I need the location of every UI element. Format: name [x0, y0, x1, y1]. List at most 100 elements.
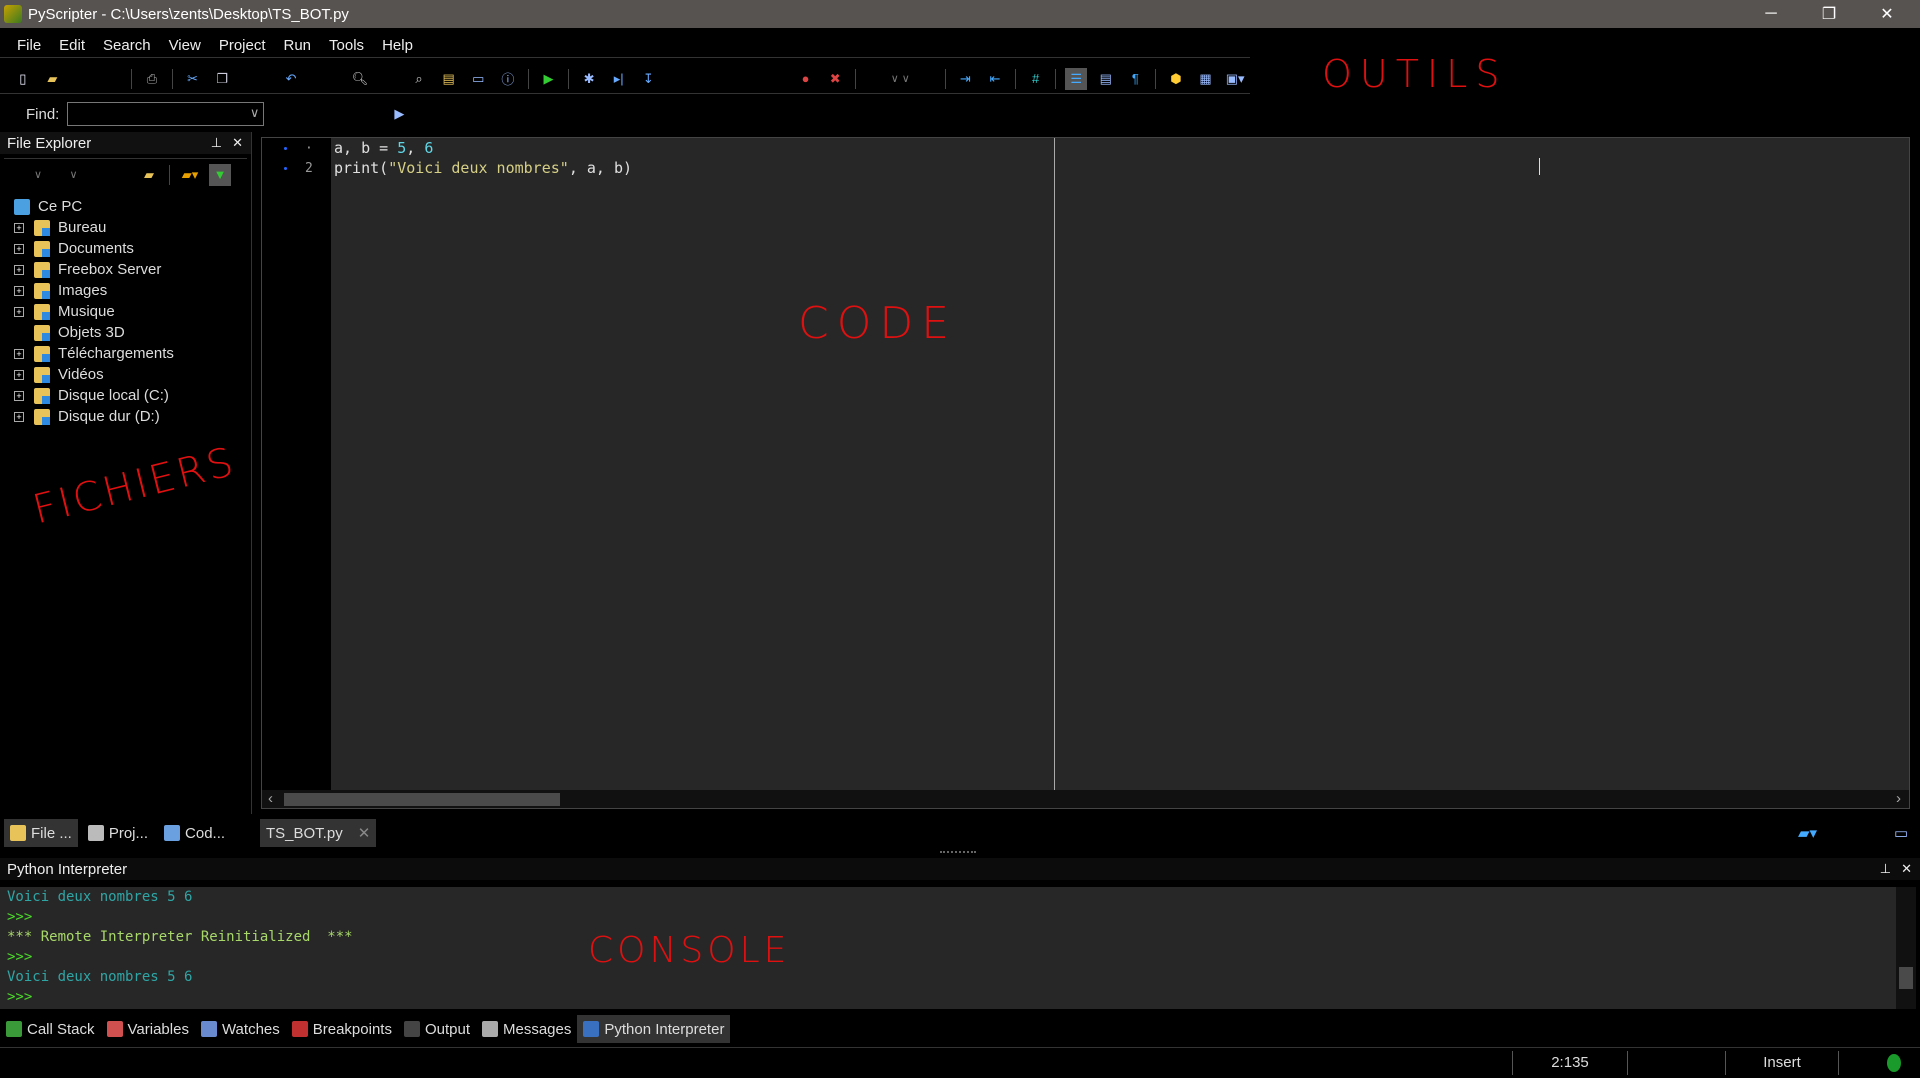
expand-icon[interactable]: + — [14, 285, 24, 296]
tree-item[interactable]: + Freebox Server — [14, 259, 251, 280]
find-in-files-icon[interactable]: ▤ — [438, 68, 460, 90]
window-list-icon[interactable]: ▭ — [1894, 824, 1908, 842]
chevron-down-icon[interactable]: ∨ ∨ — [34, 168, 134, 181]
pilcrow-icon[interactable]: ¶ — [1125, 68, 1147, 90]
comment-icon[interactable]: # — [1025, 68, 1047, 90]
close-panel-icon[interactable]: ✕ — [1901, 861, 1912, 877]
bottom-tab[interactable]: Output — [398, 1015, 476, 1043]
folder-filter-icon[interactable]: ▰▾ — [179, 164, 201, 186]
menu-run[interactable]: Run — [284, 37, 312, 54]
menu-file[interactable]: File — [17, 37, 41, 54]
scroll-right-button[interactable]: › — [1896, 790, 1901, 807]
open-file-icon[interactable]: ▰ — [42, 68, 64, 90]
line-numbers-icon[interactable]: ☰ — [1065, 67, 1087, 90]
cut-icon[interactable]: ✂ — [182, 68, 204, 90]
horizontal-scrollbar[interactable]: ‹ › — [262, 790, 1909, 808]
tab-ts-bot[interactable]: TS_BOT.py ✕ — [260, 819, 377, 847]
clear-breakpoints-icon[interactable]: ✖ — [824, 68, 846, 90]
code-line[interactable]: a, b = 5, 6 — [334, 138, 632, 158]
chevron-down-icon[interactable]: ∨ ∨ — [861, 72, 940, 85]
side-tab[interactable]: File ... — [4, 819, 78, 847]
tree-item[interactable]: + Disque local (C:) — [14, 385, 251, 406]
bottom-tab[interactable]: Python Interpreter — [577, 1015, 731, 1043]
menu-search[interactable]: Search — [103, 37, 151, 54]
toolbar: ▯ ▰ ⎙ ✂ ❐ ↶ 🔍︎ ⌕ ▤ ▭ ⓘ ▶ ✱ ▸| ↧ ● ✖ ∨ ∨ … — [0, 64, 1250, 94]
bottom-tab[interactable]: Watches — [195, 1015, 286, 1043]
menu-edit[interactable]: Edit — [59, 37, 85, 54]
code-editor[interactable]: · 2 a, b = 5, 6 print("Voici deux nombres"… — [261, 137, 1910, 809]
breakpoint-icon[interactable]: ● — [795, 68, 817, 90]
document-icon[interactable]: ▤ — [1095, 68, 1117, 90]
tree-root[interactable]: Ce PC — [14, 196, 251, 217]
menu-help[interactable]: Help — [382, 37, 413, 54]
new-file-icon[interactable]: ▯ — [12, 68, 34, 90]
close-button[interactable]: ✕ — [1858, 0, 1916, 28]
python-console[interactable]: Voici deux nombres 5 6 >>> *** Remote Inte… — [0, 887, 1896, 1009]
print-icon[interactable]: ⎙ — [141, 68, 163, 90]
find-input[interactable]: ∨ — [67, 102, 265, 126]
replace-icon[interactable]: ⌕ — [408, 68, 430, 90]
code-area[interactable]: a, b = 5, 6 print("Voici deux nombres", a… — [334, 138, 632, 178]
filter-icon[interactable]: ▼ — [209, 163, 231, 186]
tab-label: Watches — [221, 1020, 280, 1038]
bottom-tab[interactable]: Breakpoints — [286, 1015, 398, 1043]
tree-item[interactable]: + Vidéos — [14, 364, 251, 385]
menu-project[interactable]: Project — [219, 37, 266, 54]
layout-dropdown-icon[interactable]: ▣▾ — [1224, 68, 1246, 90]
open-folder-icon[interactable]: ▰ — [138, 164, 160, 186]
pin-icon[interactable]: ⊥ — [1880, 861, 1891, 877]
expand-icon[interactable]: + — [14, 369, 24, 380]
layout-icon[interactable]: ▦ — [1195, 68, 1217, 90]
menu-view[interactable]: View — [169, 37, 201, 54]
step-into-icon[interactable]: ↧ — [637, 68, 659, 90]
expand-icon[interactable]: + — [14, 390, 24, 401]
find-dropdown-icon[interactable]: ∨ — [250, 105, 260, 121]
menu-tools[interactable]: Tools — [329, 37, 364, 54]
find-icon[interactable]: 🔍︎ — [349, 68, 371, 90]
tree-item[interactable]: + Disque dur (D:) — [14, 406, 251, 427]
expand-icon[interactable]: + — [14, 264, 24, 275]
close-tab-icon[interactable]: ✕ — [358, 824, 371, 842]
expand-icon[interactable]: + — [14, 411, 24, 422]
copy-icon[interactable]: ❐ — [211, 68, 233, 90]
window-icon[interactable]: ▭ — [467, 68, 489, 90]
expand-icon[interactable]: + — [14, 222, 24, 233]
scroll-left-button[interactable]: ‹ — [268, 790, 273, 807]
debug-icon[interactable]: ✱ — [578, 68, 600, 90]
tree-item[interactable]: + Documents — [14, 238, 251, 259]
restore-button[interactable]: ❐ — [1800, 0, 1858, 28]
dedent-icon[interactable]: ⇤ — [984, 68, 1006, 90]
tree-item[interactable]: + Téléchargements — [14, 343, 251, 364]
scrollbar-thumb[interactable] — [1899, 967, 1913, 989]
tree-item[interactable]: + Images — [14, 280, 251, 301]
close-panel-icon[interactable]: ✕ — [232, 135, 243, 151]
console-scrollbar[interactable] — [1896, 887, 1916, 1009]
minimize-button[interactable]: ─ — [1742, 0, 1800, 28]
code-line[interactable]: print("Voici deux nombres", a, b) — [334, 158, 632, 178]
scrollbar-thumb[interactable] — [284, 793, 560, 806]
tree-item[interactable]: + Bureau — [14, 217, 251, 238]
tree-item[interactable]: + Musique — [14, 301, 251, 322]
info-icon[interactable]: ⓘ — [497, 68, 519, 90]
splitter-handle[interactable] — [940, 851, 976, 854]
find-options-icon[interactable]: ▶ — [388, 103, 410, 125]
side-tab[interactable]: Proj... — [82, 819, 154, 847]
breakpoint-marker[interactable] — [284, 146, 287, 150]
run-icon[interactable]: ▶ — [538, 68, 560, 90]
tree-item[interactable]: Objets 3D — [14, 322, 251, 343]
file-list-icon[interactable]: ▰▾ — [1798, 824, 1817, 842]
pin-icon[interactable]: ⊥ — [211, 135, 222, 151]
breakpoint-marker[interactable] — [284, 166, 287, 170]
expand-icon[interactable]: + — [14, 306, 24, 317]
indent-icon[interactable]: ⇥ — [955, 68, 977, 90]
bottom-tab[interactable]: Call Stack — [0, 1015, 101, 1043]
python-icon[interactable]: ⬢ — [1165, 68, 1187, 90]
side-tab[interactable]: Cod... — [158, 819, 231, 847]
bottom-tab[interactable]: Messages — [476, 1015, 577, 1043]
undo-icon[interactable]: ↶ — [280, 68, 302, 90]
bottom-tab[interactable]: Variables — [101, 1015, 195, 1043]
step-over-icon[interactable]: ▸| — [608, 68, 630, 90]
expand-icon[interactable]: + — [14, 243, 24, 254]
expand-icon[interactable]: + — [14, 348, 24, 359]
file-explorer-header: File Explorer ⊥ ✕ — [0, 132, 251, 154]
